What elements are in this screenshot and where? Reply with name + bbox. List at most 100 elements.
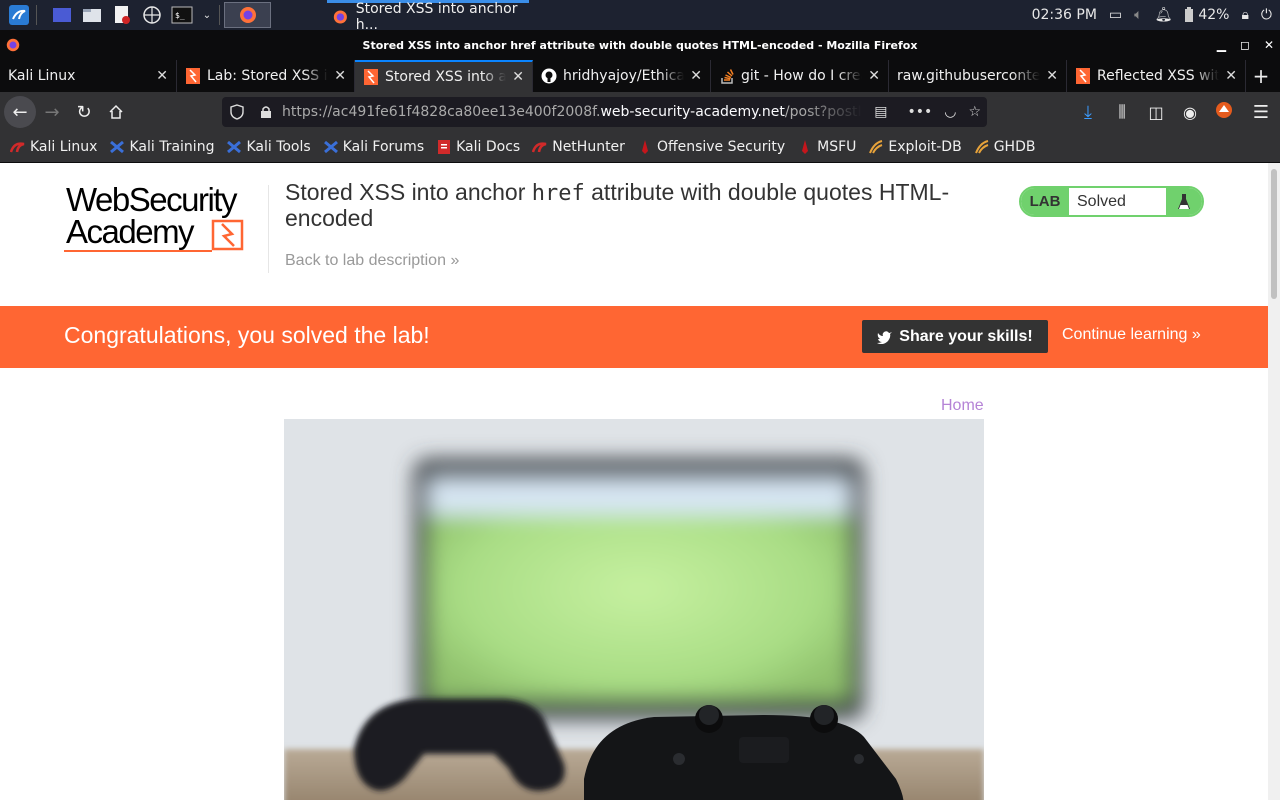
back-button[interactable]: ← xyxy=(4,96,36,128)
continue-learning-link[interactable]: Continue learning » xyxy=(1062,326,1201,344)
tab-kali-linux[interactable]: Kali Linux ✕ xyxy=(0,60,177,92)
close-tab-icon[interactable]: ✕ xyxy=(1225,68,1237,84)
share-skills-button[interactable]: Share your skills! xyxy=(862,320,1048,353)
hamburger-menu-icon[interactable]: ☰ xyxy=(1246,102,1276,123)
solved-banner: Congratulations, you solved the lab! Sha… xyxy=(0,306,1268,368)
page-scrollbar[interactable] xyxy=(1268,163,1280,800)
lab-status: Solved xyxy=(1077,192,1126,210)
clock[interactable]: 02:36 PM xyxy=(1032,7,1097,23)
tab-label: raw.githubusercontent.com xyxy=(897,68,1041,84)
close-icon[interactable]: ✕ xyxy=(1264,38,1274,52)
bookmark-label: Kali Forums xyxy=(342,139,425,155)
volume-icon[interactable]: 🔈︎ xyxy=(1134,7,1142,23)
address-bar[interactable]: https://ac491fe61f4828ca80ee13e400f2008f… xyxy=(222,97,987,127)
offsec-icon xyxy=(637,139,653,155)
close-tab-icon[interactable]: ✕ xyxy=(868,68,880,84)
desktop-icon[interactable] xyxy=(51,4,73,26)
lock-icon[interactable]: 🔒︎ xyxy=(1241,7,1248,23)
arrow-left-icon: ← xyxy=(12,101,28,123)
bookmark-msfu[interactable]: MSFU xyxy=(797,139,856,155)
tab-reflected-xss[interactable]: Reflected XSS with ✕ xyxy=(1067,60,1246,92)
bookmark-kali-linux[interactable]: Kali Linux xyxy=(10,139,97,155)
bookmark-kali-forums[interactable]: Kali Forums xyxy=(323,139,424,155)
close-tab-icon[interactable]: ✕ xyxy=(512,69,524,85)
tab-github[interactable]: hridhyajoy/Ethical-Hacking ✕ xyxy=(533,60,711,92)
close-tab-icon[interactable]: ✕ xyxy=(690,68,702,84)
web-security-academy-logo[interactable]: WebSecurity Academy xyxy=(64,181,264,255)
bookmark-exploit-db[interactable]: Exploit-DB xyxy=(868,139,962,155)
sidebar-icon[interactable]: ◫ xyxy=(1144,103,1168,122)
close-tab-icon[interactable]: ✕ xyxy=(334,68,346,84)
bookmark-offensive-security[interactable]: Offensive Security xyxy=(637,139,785,155)
tab-lab-stored-xss[interactable]: Lab: Stored XSS into anchor ✕ xyxy=(177,60,355,92)
exploitdb-icon xyxy=(868,139,884,155)
bookmark-kali-training[interactable]: Kali Training xyxy=(109,139,214,155)
text-editor-icon[interactable] xyxy=(111,4,133,26)
new-tab-button[interactable]: + xyxy=(1246,60,1276,92)
lock-icon[interactable] xyxy=(260,105,272,119)
battery-percent: 42% xyxy=(1198,7,1230,23)
close-tab-icon[interactable]: ✕ xyxy=(156,68,168,84)
reader-view-icon[interactable]: ▤ xyxy=(874,104,887,120)
back-link-label: Back to lab description xyxy=(285,252,446,269)
download-icon[interactable]: ⤓ xyxy=(1076,102,1100,123)
firefox-icon xyxy=(239,7,256,23)
scrollbar-thumb[interactable] xyxy=(1271,169,1277,299)
portswigger-icon xyxy=(185,68,201,84)
more-actions-icon[interactable]: ••• xyxy=(907,104,932,120)
tab-label: Reflected XSS with xyxy=(1097,68,1220,84)
firefox-taskbar-button[interactable] xyxy=(224,2,271,28)
foxyproxy-icon[interactable] xyxy=(1212,101,1236,123)
taskbar-divider xyxy=(36,5,37,25)
window-controls: ▁ ◻ ✕ xyxy=(1217,30,1274,60)
home-button[interactable] xyxy=(100,96,132,128)
url-text[interactable]: https://ac491fe61f4828ca80ee13e400f2008f… xyxy=(282,104,862,120)
tab-stored-xss-active[interactable]: Stored XSS into anchor ✕ xyxy=(355,60,533,92)
minimize-icon[interactable]: ▁ xyxy=(1217,38,1226,52)
blog-post-image xyxy=(284,419,984,800)
kali-docs-icon xyxy=(436,139,452,155)
battery-indicator[interactable]: 42% xyxy=(1184,7,1229,23)
taskbar-active-window[interactable]: Stored XSS into anchor h... xyxy=(327,0,529,33)
lab-label: LAB xyxy=(1021,188,1069,215)
file-manager-icon[interactable] xyxy=(81,4,103,26)
back-to-lab-description-link[interactable]: Back to lab description » xyxy=(285,252,459,270)
tab-raw-github[interactable]: raw.githubusercontent.com ✕ xyxy=(889,60,1067,92)
tab-strip: Kali Linux ✕ Lab: Stored XSS into anchor… xyxy=(0,60,1280,92)
terminal-icon[interactable]: $_ xyxy=(171,4,193,26)
power-icon[interactable]: ⏻ xyxy=(1261,7,1272,23)
congratulations-message: Congratulations, you solved the lab! xyxy=(64,322,430,348)
url-prefix: https://ac491fe61f4828ca80ee13e400f2008f… xyxy=(282,104,601,120)
kali-menu-icon[interactable] xyxy=(8,4,30,26)
library-icon[interactable]: ⫼ xyxy=(1110,102,1134,122)
chevron-down-icon[interactable]: ⌄ xyxy=(201,4,213,26)
browser-globe-icon[interactable] xyxy=(141,4,163,26)
maximize-icon[interactable]: ◻ xyxy=(1240,38,1250,52)
pocket-icon[interactable]: ◡ xyxy=(944,104,956,120)
bookmark-nethunter[interactable]: NetHunter xyxy=(532,139,625,155)
system-tray: 02:36 PM ▭ 🔈︎ 🔔︎ 42% 🔒︎ ⏻ xyxy=(1032,0,1272,30)
bookmark-kali-docs[interactable]: Kali Docs xyxy=(436,139,520,155)
bookmark-ghdb[interactable]: GHDB xyxy=(974,139,1035,155)
notification-bell-icon[interactable]: 🔔︎ xyxy=(1155,7,1173,23)
msfu-icon xyxy=(797,139,813,155)
reload-button[interactable]: ↻ xyxy=(68,96,100,128)
forward-button[interactable]: → xyxy=(36,96,68,128)
continue-learning-label: Continue learning xyxy=(1062,326,1188,343)
arrow-right-icon: → xyxy=(44,101,60,123)
close-tab-icon[interactable]: ✕ xyxy=(1046,68,1058,84)
address-bar-actions: ▤ ••• ◡ ☆ xyxy=(874,104,981,120)
bookmark-kali-tools[interactable]: Kali Tools xyxy=(226,139,311,155)
home-link[interactable]: Home xyxy=(941,397,984,415)
tab-label: Kali Linux xyxy=(8,68,76,84)
shield-icon[interactable] xyxy=(230,104,244,120)
bookmark-label: NetHunter xyxy=(552,139,625,155)
account-icon[interactable]: ◉ xyxy=(1178,103,1202,122)
bookmark-label: Kali Tools xyxy=(246,139,311,155)
header-divider xyxy=(268,185,269,273)
bookmark-star-icon[interactable]: ☆ xyxy=(968,104,981,120)
toolbar-right: ⤓ ⫼ ◫ ◉ ☰ xyxy=(1076,101,1276,123)
screen-icon[interactable]: ▭ xyxy=(1109,7,1122,23)
navigation-toolbar: ← → ↻ https://ac491fe61f4828ca80ee13e400… xyxy=(0,92,1280,132)
tab-stackoverflow[interactable]: git - How do I create ✕ xyxy=(711,60,889,92)
